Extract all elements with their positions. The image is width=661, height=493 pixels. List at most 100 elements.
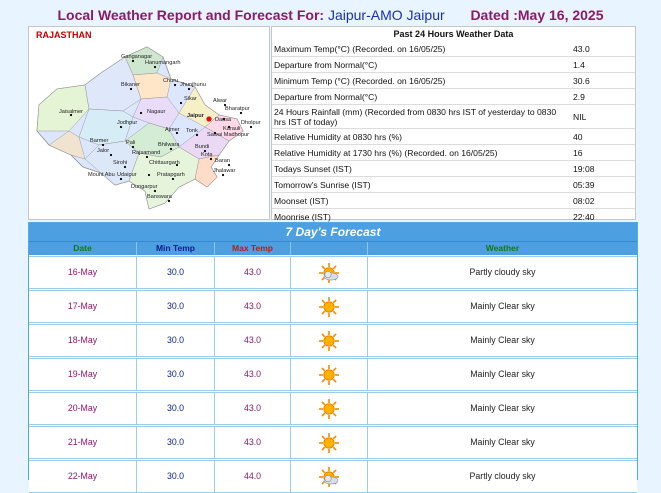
forecast-weather: Partly cloudy sky: [469, 267, 536, 277]
map-city-label: Banswara: [147, 194, 173, 200]
map-city-label: Churu: [163, 78, 178, 84]
observation-label: Maximum Temp(°C) (Recorded. on 16/05/25): [272, 41, 569, 57]
map-city-label: Sirohi: [113, 160, 127, 166]
map-city-label: Pratapgarh: [157, 172, 185, 178]
forecast-min-temp: 30.0: [137, 325, 215, 356]
header-icon: [291, 242, 368, 255]
map-city-label: Jalor: [97, 148, 109, 154]
observation-value: 40: [569, 128, 635, 145]
observation-label: Tomorrow's Sunrise (IST): [272, 176, 569, 193]
city-labels: GanganagarHanumangarhChuruJhunjhunuBikan…: [59, 54, 261, 200]
observation-value: 43.0: [569, 41, 635, 57]
forecast-weather: Mainly Clear sky: [470, 301, 535, 311]
forecast-date: 17-May: [29, 291, 137, 322]
sun-icon: [319, 330, 339, 351]
forecast-date: 20-May: [29, 393, 137, 424]
observation-value: 19:08: [569, 160, 635, 177]
forecast-icon-cell: [291, 291, 368, 322]
forecast-icon-cell: [291, 393, 368, 424]
observation-row: Relative Humidity at 1730 hrs (%) (Recor…: [272, 144, 635, 161]
map-city-label: Tonk: [186, 128, 198, 134]
map-city-label: Jaipur: [187, 113, 205, 119]
forecast-icon-cell: [291, 427, 368, 458]
map-city-label: Alwar: [213, 98, 227, 104]
station-name: Jaipur-AMO Jaipur: [327, 7, 445, 23]
map-city-label: Dholpur: [241, 120, 261, 126]
map-city-label: Jodhpur: [117, 120, 137, 126]
forecast-row: 18-May 30.0 43.0 Mainly Clear sky: [29, 324, 637, 357]
forecast-weather: Mainly Clear sky: [470, 437, 535, 447]
map-city-label: Mount Abu: [88, 172, 115, 178]
forecast-weather: Mainly Clear sky: [470, 403, 535, 413]
forecast-max-temp: 43.0: [215, 427, 291, 458]
map-city-label: Barmer: [90, 138, 108, 144]
forecast-min-temp: 30.0: [137, 257, 215, 288]
header-date: Date: [29, 242, 137, 255]
observation-label: Relative Humidity at 1730 hrs (%) (Recor…: [272, 144, 569, 161]
observation-row: Tomorrow's Sunrise (IST) 05:39: [272, 176, 635, 193]
forecast-min-temp: 30.0: [137, 393, 215, 424]
forecast-weather: Partly cloudy sky: [469, 471, 536, 481]
header-prefix: Local Weather Report and Forecast For:: [57, 7, 325, 23]
sun-icon: [319, 364, 339, 385]
observation-label: Relative Humidity at 0830 hrs (%): [272, 128, 569, 145]
observation-row: Departure from Normal(°C) 2.9: [272, 88, 635, 105]
forecast-row: 19-May 30.0 43.0 Mainly Clear sky: [29, 358, 637, 391]
forecast-min-temp: 30.0: [137, 359, 215, 390]
forecast-date: 19-May: [29, 359, 137, 390]
map-city-label: Chittaurgarh: [149, 160, 180, 166]
observation-value: 16: [569, 144, 635, 161]
sun-icon: [319, 398, 339, 419]
forecast-max-temp: 43.0: [215, 393, 291, 424]
header-weather: Weather: [368, 242, 637, 255]
forecast-date: 16-May: [29, 257, 137, 288]
map-city-label: Udaipur: [117, 172, 137, 178]
rajasthan-map: RAJASTHAN Ganganagar Hanumangarh Churu Jhun…: [28, 26, 270, 220]
forecast-date: 22-May: [29, 461, 137, 492]
observation-row: Departure from Normal(°C) 1.4: [272, 56, 635, 73]
report-date: Dated :May 16, 2025: [470, 7, 604, 23]
forecast-max-temp: 43.0: [215, 325, 291, 356]
map-city-label: Bundi: [195, 144, 209, 150]
page-header: Local Weather Report and Forecast For: J…: [0, 0, 661, 26]
observation-label: Todays Sunset (IST): [272, 160, 569, 177]
header-max-temp: Max Temp: [215, 242, 291, 255]
forecast-row: 16-May 30.0 43.0 Partly cloudy sky: [29, 256, 637, 289]
observation-value: 05:39: [569, 176, 635, 193]
observation-value: 1.4: [569, 56, 635, 73]
partly-cloudy-icon: [319, 262, 339, 283]
forecast-panel: 7 Day's Forecast Date Min Temp Max Temp …: [28, 222, 638, 493]
observation-row: Relative Humidity at 0830 hrs (%) 40: [272, 128, 635, 145]
map-city-label: Bikaner: [121, 82, 140, 88]
observation-row: Maximum Temp(°C) (Recorded. on 16/05/25)…: [272, 41, 635, 57]
forecast-icon-cell: [291, 461, 368, 492]
forecast-row: 22-May 30.0 44.0 Partly cloudy sky: [29, 460, 637, 493]
map-city-label: Hanumangarh: [145, 60, 180, 66]
forecast-min-temp: 30.0: [137, 461, 215, 492]
partly-cloudy-icon: [319, 466, 339, 487]
forecast-weather: Mainly Clear sky: [470, 369, 535, 379]
sun-icon: [319, 296, 339, 317]
map-city-label: Jhunjhunu: [180, 82, 206, 88]
observations-table: Maximum Temp(°C) (Recorded. on 16/05/25)…: [272, 41, 635, 225]
forecast-date: 18-May: [29, 325, 137, 356]
map-city-label: Jaisalmer: [59, 109, 83, 115]
forecast-title: 7 Day's Forecast: [29, 223, 637, 242]
map-city-label: Rajsamand: [132, 150, 160, 156]
observation-label: Moonset (IST): [272, 192, 569, 209]
observation-row: Moonset (IST) 08:02: [272, 192, 635, 209]
map-city-label: Nagaur: [147, 109, 165, 115]
map-city-label: Pali: [126, 140, 135, 146]
observation-row: Minimum Temp (°C) (Recorded. on 16/05/25…: [272, 72, 635, 89]
forecast-min-temp: 30.0: [137, 427, 215, 458]
forecast-row: 20-May 30.0 43.0 Mainly Clear sky: [29, 392, 637, 425]
map-city-label: Bharatpur: [225, 106, 250, 112]
map-city-label: Kota: [201, 152, 213, 158]
forecast-row: 17-May 30.0 43.0 Mainly Clear sky: [29, 290, 637, 323]
forecast-weather: Mainly Clear sky: [470, 335, 535, 345]
forecast-max-temp: 44.0: [215, 461, 291, 492]
observation-value: 08:02: [569, 192, 635, 209]
map-city-label: Sikar: [184, 96, 197, 102]
forecast-max-temp: 43.0: [215, 359, 291, 390]
observation-row: Todays Sunset (IST) 19:08: [272, 160, 635, 177]
